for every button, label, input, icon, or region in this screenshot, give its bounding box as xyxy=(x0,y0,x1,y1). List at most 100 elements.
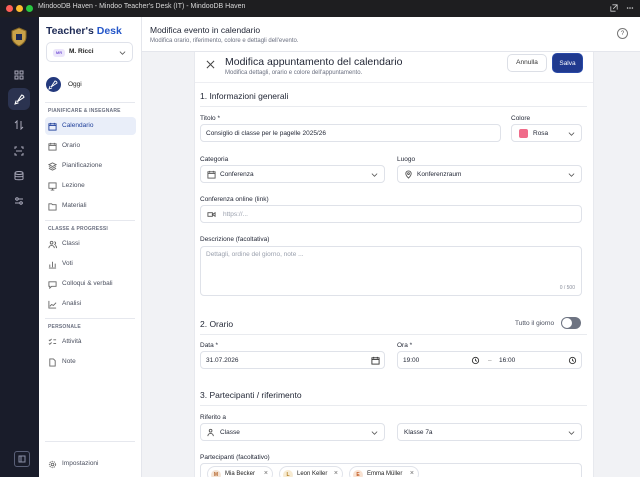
time-range-input[interactable]: 19:00 – 16:00 xyxy=(397,351,582,369)
allday-label: Tutto il giorno xyxy=(515,320,555,327)
sidebar-item-calendario[interactable]: Calendario xyxy=(45,117,136,135)
color-value: Rosa xyxy=(533,130,549,137)
icon-rail xyxy=(0,17,39,477)
clock-icon[interactable] xyxy=(568,356,577,365)
page-subtitle: Modifica orario, riferimento, colore e d… xyxy=(150,38,299,44)
time-start[interactable]: 19:00 xyxy=(403,357,419,364)
allday-toggle[interactable] xyxy=(561,317,581,329)
sidebar-item-label: Colloqui & verbali xyxy=(62,280,113,287)
rail-transfer-button[interactable] xyxy=(8,114,30,136)
panel-title: Modifica appuntamento del calendario xyxy=(225,56,403,68)
minimize-window-button[interactable] xyxy=(16,5,23,12)
remove-participant-icon[interactable]: × xyxy=(410,470,414,477)
sidebar-item-lezione[interactable]: Lezione xyxy=(45,177,136,195)
sidebar-item-orario[interactable]: Orario xyxy=(45,137,136,155)
location-select[interactable]: Konferenzraum xyxy=(397,165,582,183)
clock-icon xyxy=(48,142,57,151)
save-button[interactable]: Salva xyxy=(552,53,583,73)
divider xyxy=(45,220,135,221)
calendar-icon[interactable] xyxy=(371,356,380,365)
chevron-down-icon xyxy=(568,132,575,136)
reference-type-select[interactable]: Classe xyxy=(200,423,385,441)
page-title: Modifica evento in calendario xyxy=(150,25,261,35)
maximize-window-button[interactable] xyxy=(26,5,33,12)
clock-icon[interactable] xyxy=(471,356,480,365)
checklist-icon xyxy=(48,338,57,345)
trend-icon xyxy=(48,300,57,309)
rail-dashboard-button[interactable] xyxy=(8,64,30,86)
color-label: Colore xyxy=(511,115,531,122)
sidebar-item-label: Voti xyxy=(62,260,73,267)
location-value: Konferenzraum xyxy=(417,171,462,178)
sidebar-item-label: Attività xyxy=(62,338,82,345)
sidebar-item-label: Materiali xyxy=(62,202,87,209)
section-heading-time: 2. Orario xyxy=(200,319,234,329)
online-link-input[interactable]: https://... xyxy=(200,205,582,223)
participants-label: Partecipanti (facoltativo) xyxy=(200,454,270,461)
sidebar-item-label: Calendario xyxy=(62,122,94,129)
edit-event-panel: Modifica appuntamento del calendario Mod… xyxy=(194,52,594,477)
date-value: 31.07.2026 xyxy=(206,357,239,364)
category-select[interactable]: Conferenza xyxy=(200,165,385,183)
time-end[interactable]: 16:00 xyxy=(499,357,515,364)
description-textarea[interactable]: Dettagli, ordine del giorno, note ... 0 … xyxy=(200,246,582,296)
sidebar-item-materiali[interactable]: Materiali xyxy=(45,197,136,215)
cancel-button[interactable]: Annulla xyxy=(507,54,547,72)
sidebar-item-label: Analisi xyxy=(62,300,82,307)
sidebar-item-classi[interactable]: Classi xyxy=(45,235,136,253)
remove-participant-icon[interactable]: × xyxy=(264,470,268,477)
main-area: Modifica evento in calendario Modifica o… xyxy=(142,17,640,477)
remove-participant-icon[interactable]: × xyxy=(334,470,338,477)
sidebar-item-label: Pianificazione xyxy=(62,162,103,169)
more-icon[interactable] xyxy=(626,4,634,12)
settings-sliders-icon xyxy=(15,197,23,205)
today-label: Oggi xyxy=(68,81,82,88)
sidebar-item-attivita[interactable]: Attività xyxy=(45,333,136,351)
chevron-down-icon xyxy=(568,173,575,177)
sidebar-item-note[interactable]: Note xyxy=(45,353,136,371)
reference-value-select[interactable]: Klasse 7a xyxy=(397,423,582,441)
share-icon[interactable] xyxy=(610,4,618,12)
divider xyxy=(45,102,135,103)
participant-initial: E xyxy=(353,470,363,477)
participants-input[interactable]: M Mia Becker × L Leon Keller × E Emma Mü… xyxy=(200,463,582,477)
time-separator: – xyxy=(488,357,492,364)
sidebar-toggle-button[interactable] xyxy=(14,451,30,467)
today-link[interactable]: Oggi xyxy=(46,75,133,94)
close-window-button[interactable] xyxy=(6,5,13,12)
date-input[interactable]: 31.07.2026 xyxy=(200,351,385,369)
sidebar-item-colloqui[interactable]: Colloqui & verbali xyxy=(45,275,136,293)
sidebar-item-analisi[interactable]: Analisi xyxy=(45,295,136,313)
close-icon[interactable] xyxy=(206,60,215,69)
category-value: Conferenza xyxy=(220,171,254,178)
title-input[interactable]: Consiglio di classe per le pagelle 2025/… xyxy=(200,124,501,142)
rail-settings-button[interactable] xyxy=(8,190,30,212)
sidebar-item-voti[interactable]: Voti xyxy=(45,255,136,273)
participant-initial: L xyxy=(283,470,293,477)
note-icon xyxy=(49,358,56,367)
scan-icon xyxy=(14,146,24,156)
rail-scan-button[interactable] xyxy=(8,140,30,162)
online-label: Conferenza online (link) xyxy=(200,196,269,203)
sidebar: Teacher's Desk MR M. Ricci Oggi PIANIFIC… xyxy=(39,17,142,477)
user-selector[interactable]: MR M. Ricci xyxy=(46,42,133,62)
reference-value: Klasse 7a xyxy=(404,429,433,436)
gear-icon xyxy=(48,460,57,469)
sidebar-item-label: Note xyxy=(62,358,76,365)
rail-rocket-button[interactable] xyxy=(8,88,30,110)
help-button[interactable]: ? xyxy=(617,28,628,39)
description-counter: 0 / 500 xyxy=(559,285,575,291)
title-label: Titolo * xyxy=(200,115,220,122)
rail-database-button[interactable] xyxy=(8,165,30,187)
chevron-down-icon xyxy=(371,173,378,177)
participant-name: Mia Becker xyxy=(225,471,256,477)
sidebar-item-label: Lezione xyxy=(62,182,85,189)
users-icon xyxy=(48,240,57,249)
color-select[interactable]: Rosa xyxy=(511,124,582,142)
panel-subtitle: Modifica dettagli, orario e colore dell'… xyxy=(225,70,363,76)
participant-chip: M Mia Becker × xyxy=(207,466,273,477)
sidebar-item-impostazioni[interactable]: Impostazioni xyxy=(45,455,136,473)
chevron-down-icon xyxy=(371,431,378,435)
reference-label: Riferito a xyxy=(200,414,227,421)
sidebar-item-pianificazione[interactable]: Pianificazione xyxy=(45,157,136,175)
